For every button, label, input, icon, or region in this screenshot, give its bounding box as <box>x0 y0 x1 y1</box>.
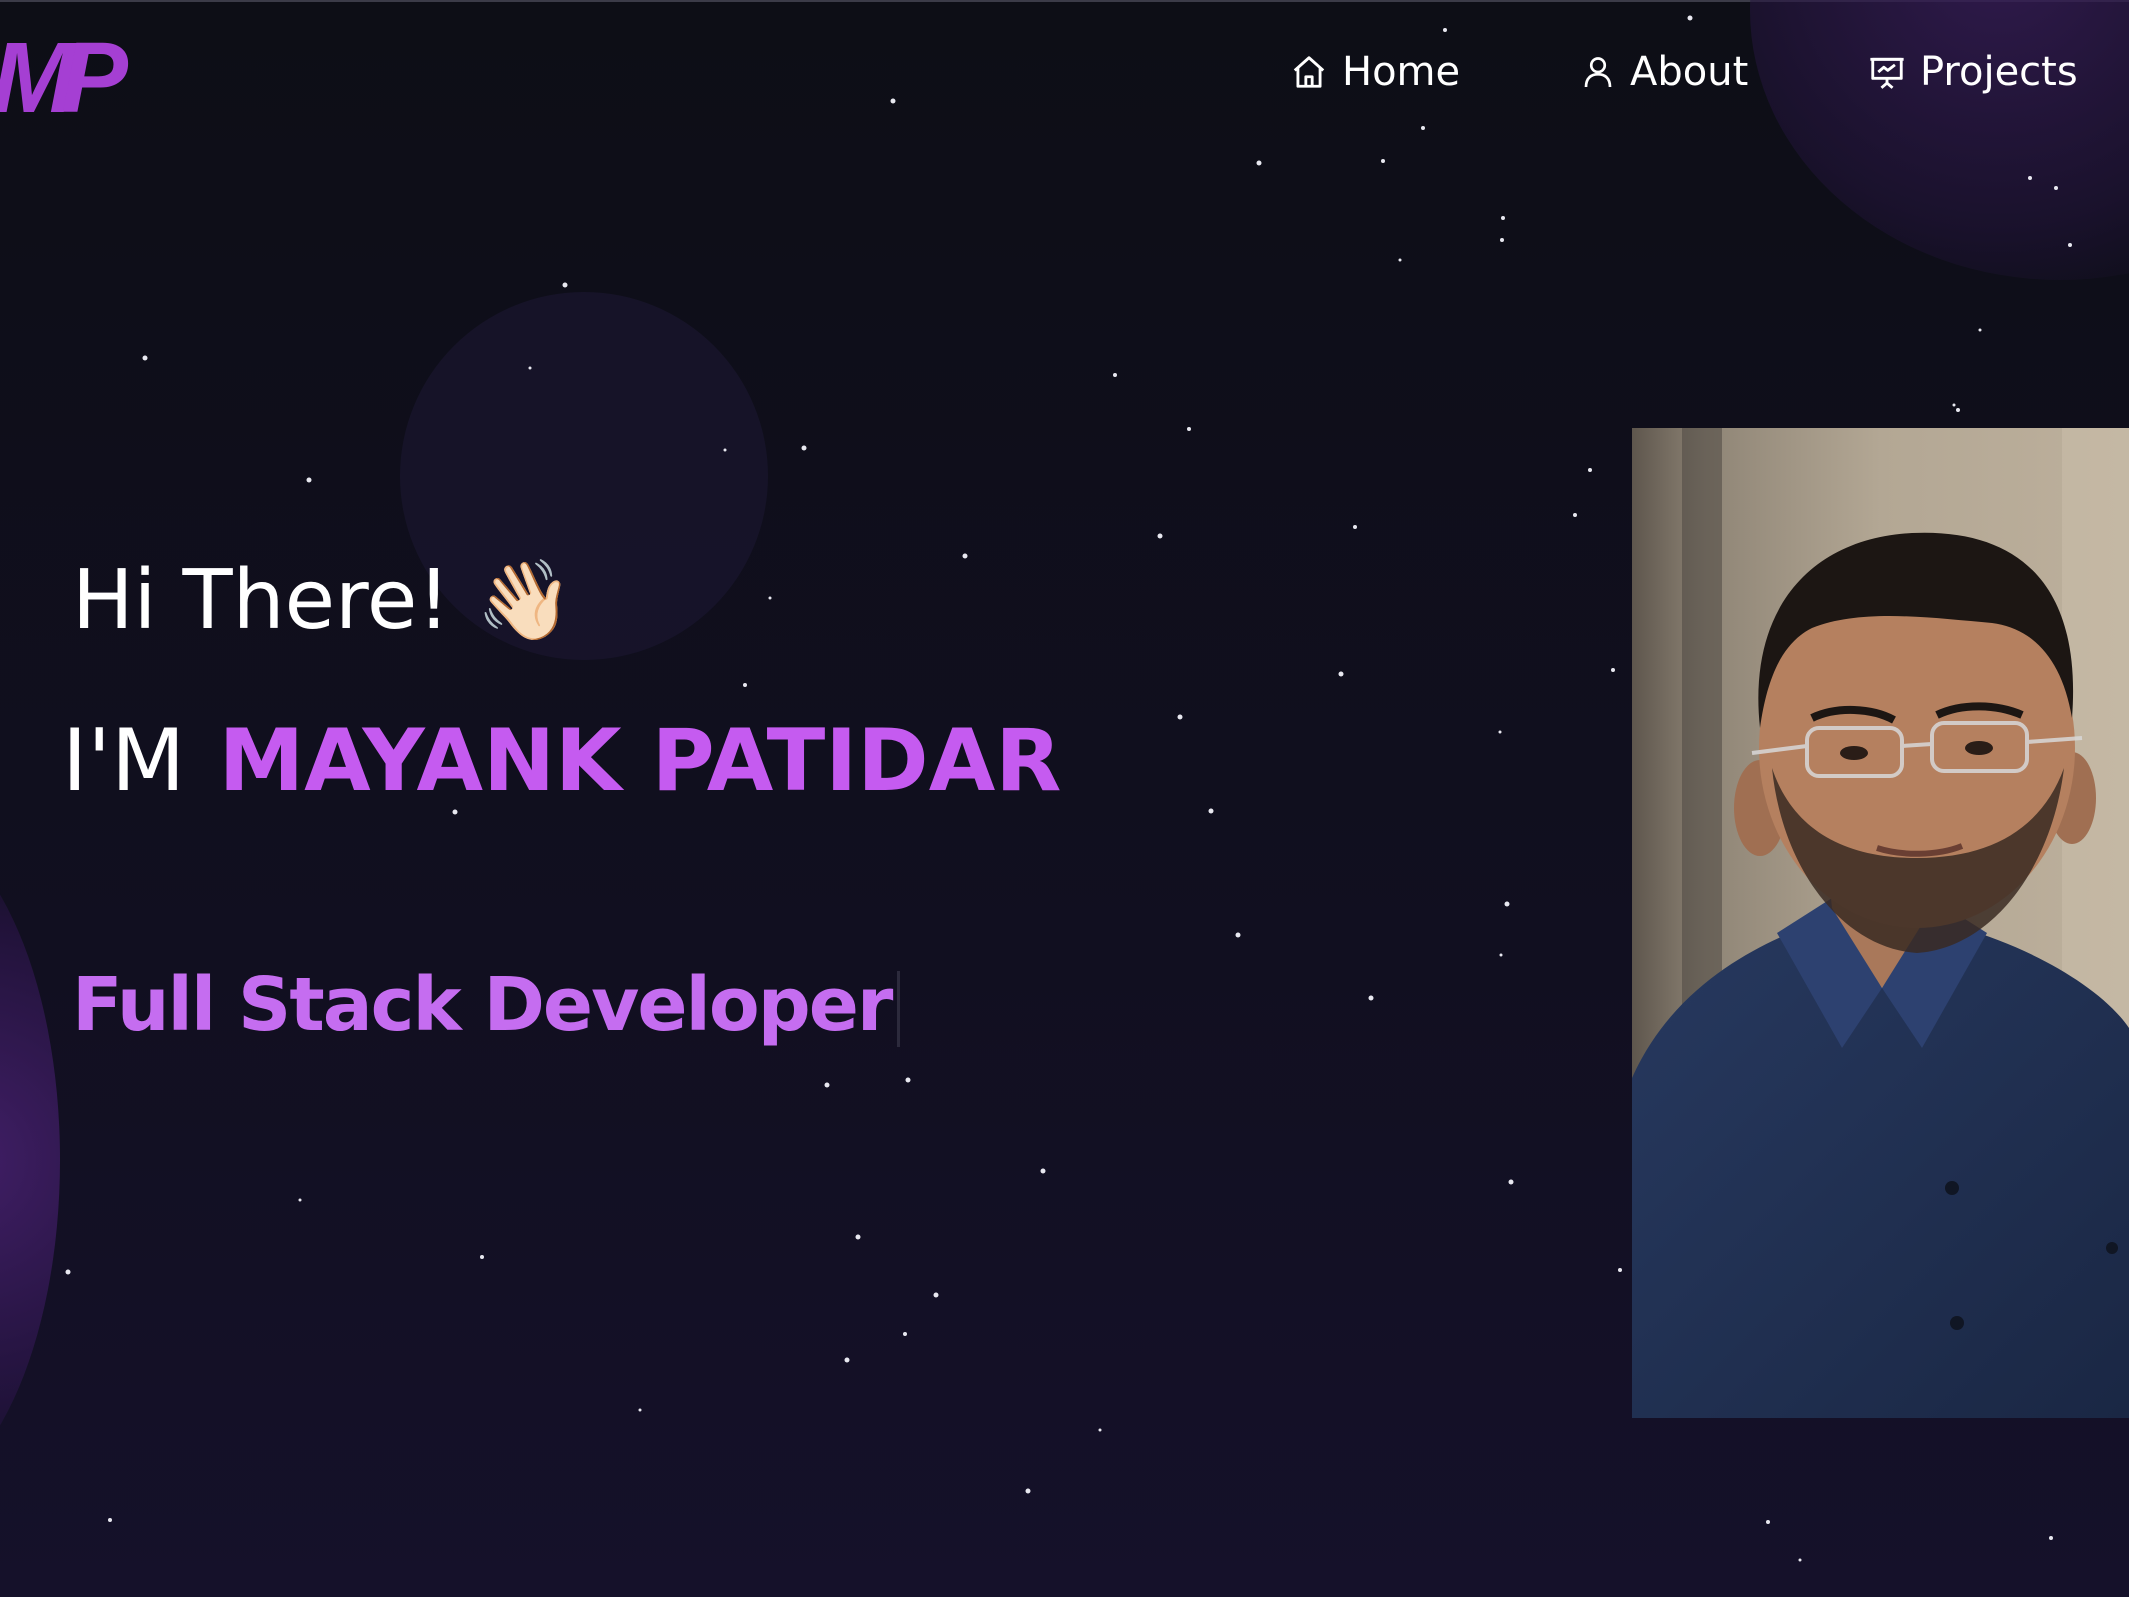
name-heading: I'M MAYANK PATIDAR <box>62 718 1061 804</box>
intro-prefix: I'M <box>62 711 186 811</box>
greeting-text: Hi There! <box>72 553 451 648</box>
nav-projects-link[interactable]: Projects <box>1868 40 2078 104</box>
site-logo[interactable]: MP <box>0 28 128 128</box>
user-icon <box>1584 57 1612 88</box>
presentation-chart-icon <box>1870 57 1904 89</box>
greeting-heading: Hi There! 👋🏻 <box>72 560 573 642</box>
nav-projects-label: Projects <box>1920 49 2078 95</box>
waving-hand-icon: 👋🏻 <box>476 556 574 646</box>
nav-home-link[interactable]: Home <box>1290 40 1460 104</box>
portfolio-page: MP Home About Projects Hi There! 👋🏻 I'M … <box>0 0 2129 1597</box>
developer-name: MAYANK PATIDAR <box>218 711 1062 811</box>
nav-about-link[interactable]: About <box>1580 40 1748 104</box>
profile-photo <box>1632 428 2129 1418</box>
nav-home-label: Home <box>1342 49 1461 95</box>
role-text: Full Stack Developer <box>72 962 893 1048</box>
typing-cursor <box>897 971 901 1048</box>
nav-about-label: About <box>1630 49 1749 95</box>
profile-photo-illustration <box>1632 428 2129 1418</box>
typewriter-role: Full Stack Developer <box>72 968 901 1048</box>
home-icon <box>1293 56 1325 88</box>
